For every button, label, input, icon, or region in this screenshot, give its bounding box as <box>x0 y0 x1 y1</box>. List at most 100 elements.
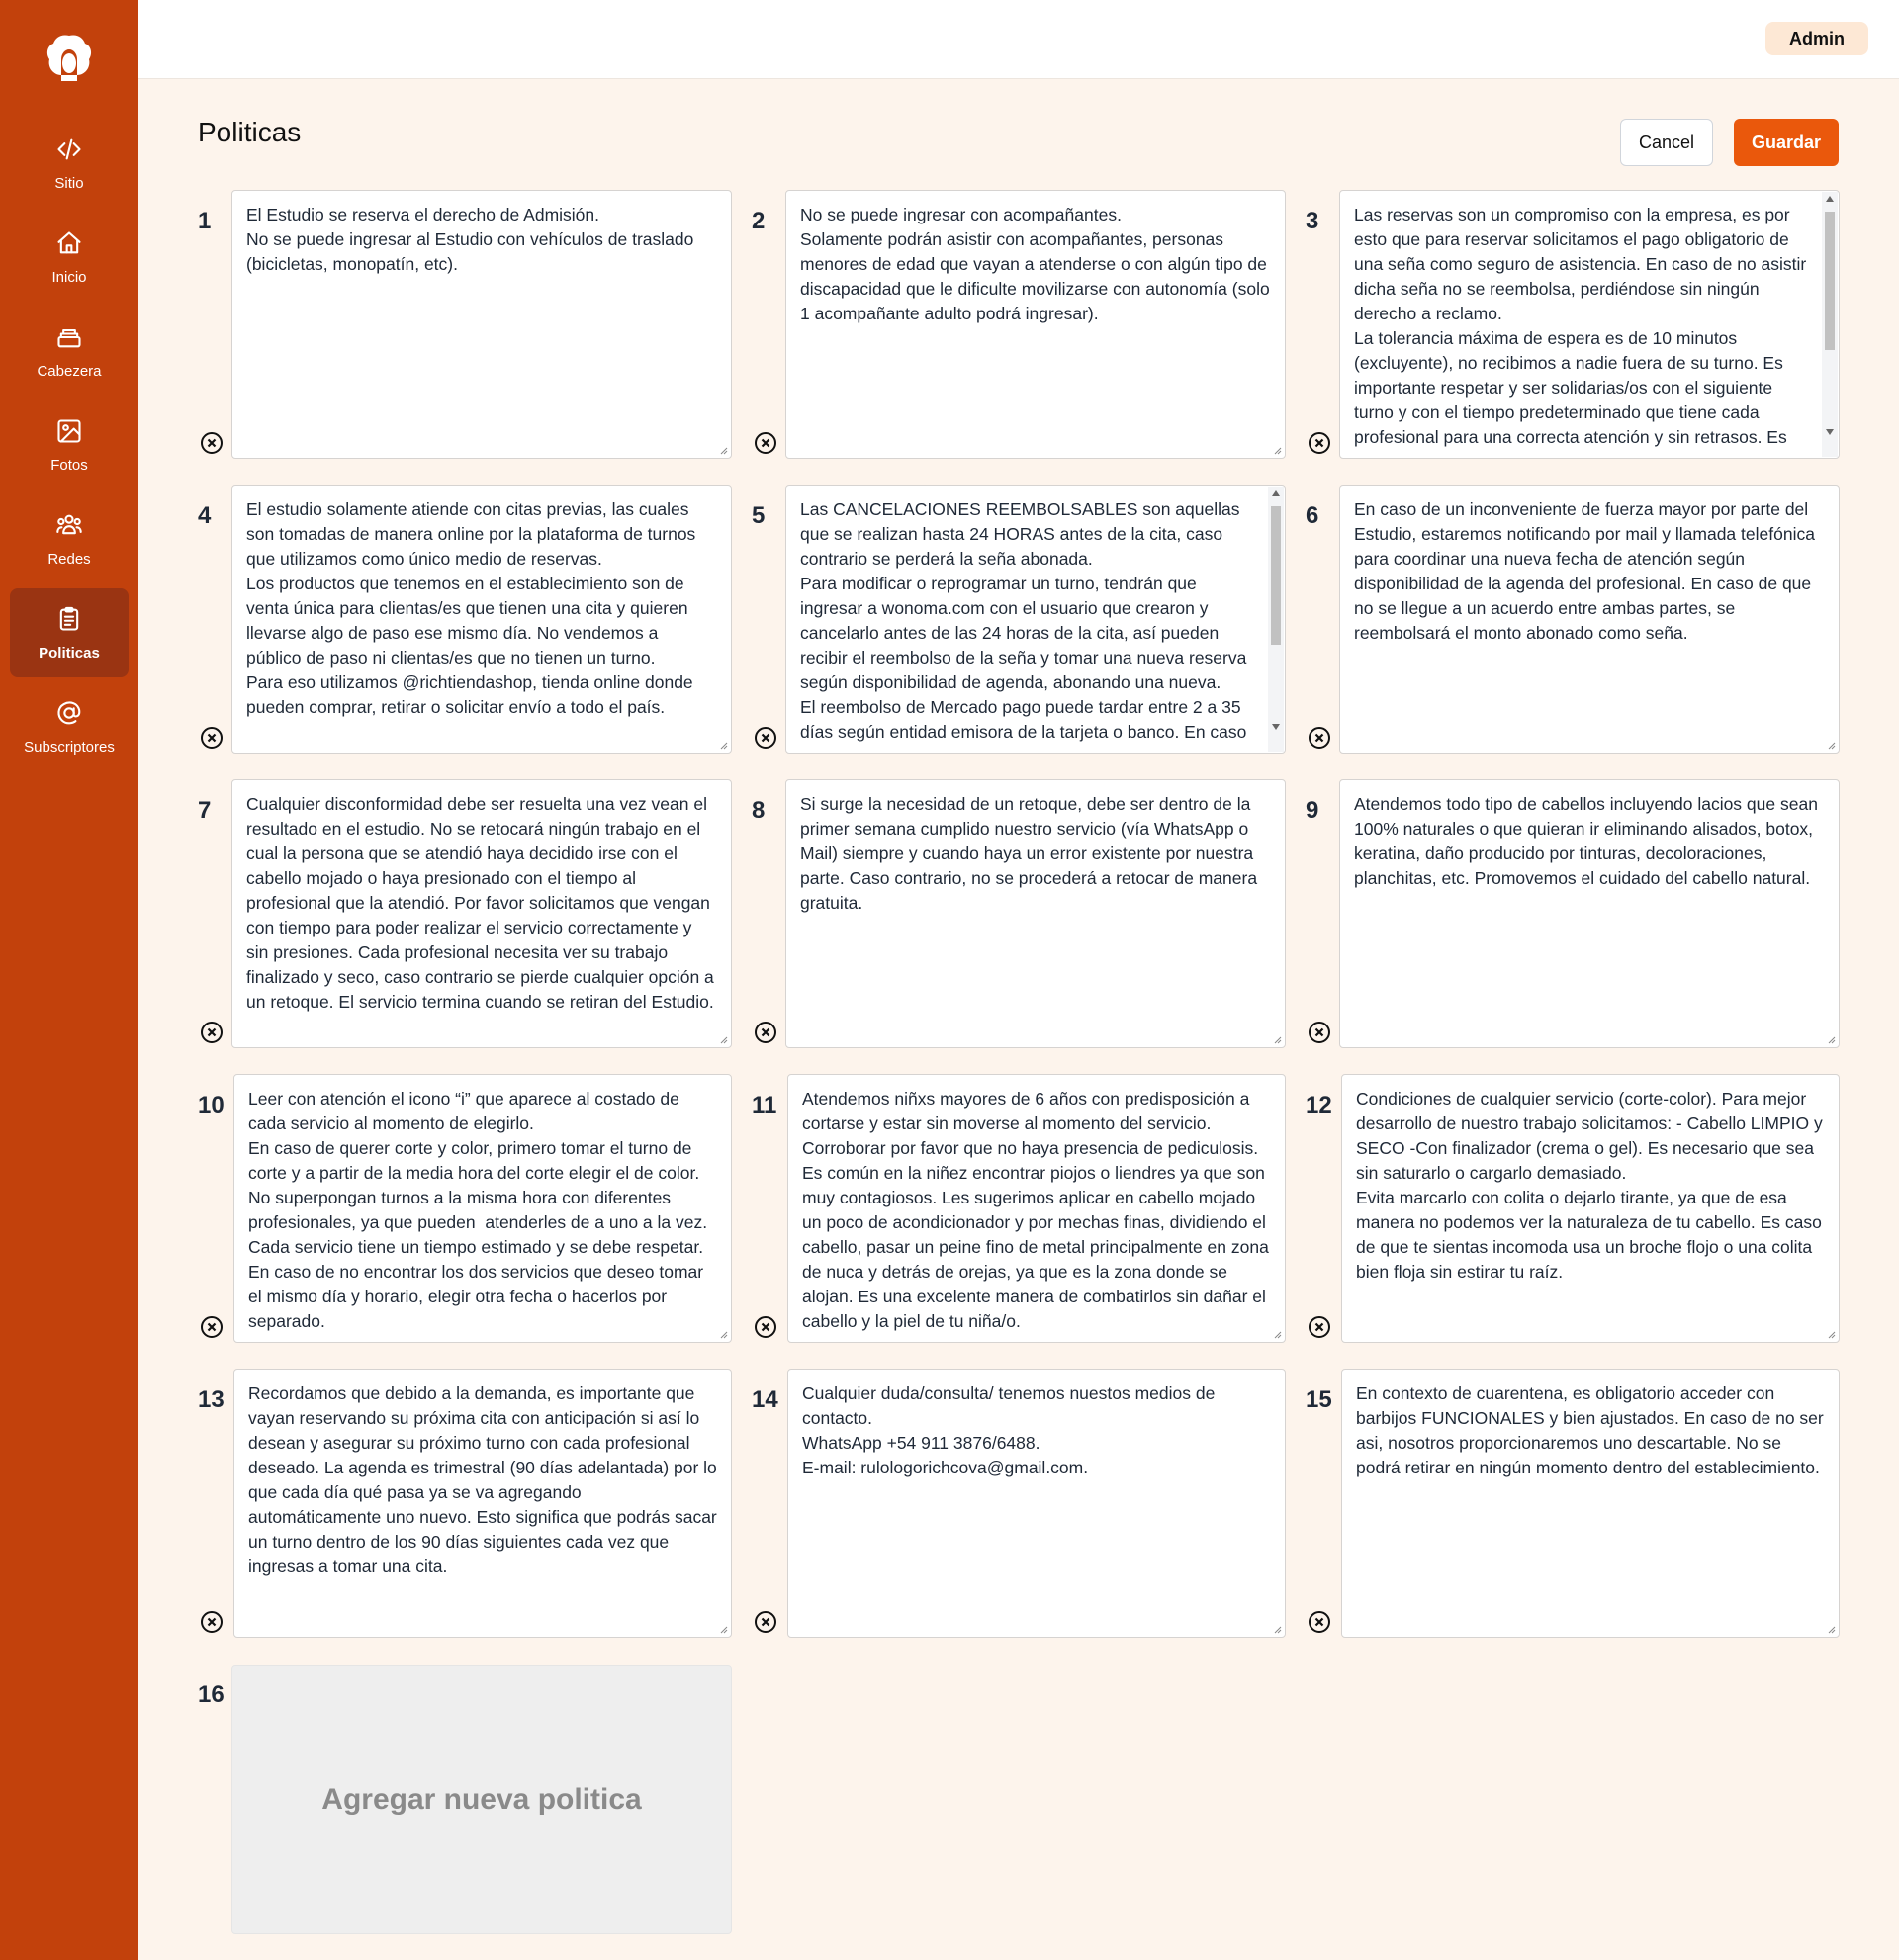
policy-number: 9 <box>1306 797 1319 824</box>
sidebar-item-politicas[interactable]: Politicas <box>10 588 129 677</box>
home-icon <box>57 230 81 253</box>
resize-handle-icon[interactable] <box>1272 1034 1282 1044</box>
top-bar: Admin <box>138 0 1899 79</box>
policy-number: 7 <box>198 797 212 824</box>
resize-handle-icon[interactable] <box>718 1329 728 1339</box>
resize-handle-icon[interactable] <box>1826 1034 1836 1044</box>
remove-circle-icon[interactable] <box>1308 726 1331 750</box>
sidebar: Sitio Inicio Cabezera Fotos Redes Politi… <box>0 0 138 1960</box>
policy-number: 10 <box>198 1092 225 1118</box>
remove-circle-icon[interactable] <box>754 1021 777 1044</box>
policy-item: 4 El estudio solamente atiende con citas… <box>198 485 732 754</box>
resize-handle-icon[interactable] <box>1826 1329 1836 1339</box>
scroll-thumb[interactable] <box>1271 506 1281 645</box>
policy-textarea[interactable]: Condiciones de cualquier servicio (corte… <box>1341 1074 1840 1343</box>
policy-textarea[interactable]: Las reservas son un compromiso con la em… <box>1339 190 1840 459</box>
remove-circle-icon[interactable] <box>200 726 224 750</box>
policy-textarea[interactable]: Leer con atención el icono “i” que apare… <box>233 1074 732 1343</box>
policy-textarea[interactable]: Atendemos todo tipo de cabellos incluyen… <box>1339 779 1840 1048</box>
add-policy-button[interactable]: Agregar nueva politica <box>231 1665 732 1934</box>
policy-item: 11 Atendemos niñxs mayores de 6 años con… <box>752 1074 1286 1343</box>
policy-number: 2 <box>752 208 766 234</box>
scroll-down-arrow-icon[interactable] <box>1272 724 1280 730</box>
remove-circle-icon[interactable] <box>754 431 777 455</box>
policy-textarea[interactable]: En caso de un inconveniente de fuerza ma… <box>1339 485 1840 754</box>
sidebar-item-label: Politicas <box>39 644 100 662</box>
policy-textarea[interactable]: Cualquier duda/consulta/ tenemos nuestos… <box>787 1369 1286 1638</box>
remove-circle-icon[interactable] <box>1308 1315 1331 1339</box>
resize-handle-icon[interactable] <box>718 445 728 455</box>
policy-item: 7 Cualquier disconformidad debe ser resu… <box>198 779 732 1048</box>
at-icon <box>57 701 81 724</box>
policy-textarea[interactable]: Recordamos que debido a la demanda, es i… <box>233 1369 732 1638</box>
policy-number: 4 <box>198 502 212 529</box>
sidebar-item-subscriptores[interactable]: Subscriptores <box>10 682 129 771</box>
policy-item: 9 Atendemos todo tipo de cabellos incluy… <box>1306 779 1840 1048</box>
scroll-down-arrow-icon[interactable] <box>1826 429 1834 435</box>
resize-handle-icon[interactable] <box>1272 1329 1282 1339</box>
logo-icon[interactable] <box>40 30 99 89</box>
scroll-up-arrow-icon[interactable] <box>1826 196 1834 202</box>
scroll-thumb[interactable] <box>1825 212 1835 350</box>
code-icon <box>57 138 81 159</box>
cancel-button[interactable]: Cancel <box>1620 119 1713 166</box>
admin-menu-button[interactable]: Admin <box>1765 22 1868 55</box>
remove-circle-icon[interactable] <box>200 1021 224 1044</box>
sidebar-item-label: Inicio <box>51 268 87 286</box>
textarea-scrollbar[interactable] <box>1822 192 1838 457</box>
policy-number: 11 <box>752 1092 777 1118</box>
clipboard-icon <box>59 606 79 631</box>
resize-handle-icon[interactable] <box>1826 1624 1836 1634</box>
policy-textarea[interactable]: Si surge la necesidad de un retoque, deb… <box>785 779 1286 1048</box>
policy-textarea[interactable]: Las CANCELACIONES REEMBOLSABLES son aque… <box>785 485 1286 754</box>
remove-circle-icon[interactable] <box>754 1610 777 1634</box>
sidebar-item-cabezera[interactable]: Cabezera <box>10 307 129 396</box>
remove-circle-icon[interactable] <box>1308 1021 1331 1044</box>
resize-handle-icon[interactable] <box>1272 445 1282 455</box>
policy-number: 1 <box>198 208 212 234</box>
sidebar-item-label: Subscriptores <box>24 738 115 756</box>
policy-item: 12 Condiciones de cualquier servicio (co… <box>1306 1074 1840 1343</box>
sidebar-item-label: Sitio <box>54 174 84 192</box>
resize-handle-icon[interactable] <box>1826 740 1836 750</box>
save-button[interactable]: Guardar <box>1734 119 1839 166</box>
page-title: Politicas <box>198 117 302 147</box>
policy-item: 15 En contexto de cuarentena, es obligat… <box>1306 1369 1840 1638</box>
sidebar-item-inicio[interactable]: Inicio <box>10 213 129 302</box>
remove-circle-icon[interactable] <box>1308 431 1331 455</box>
sidebar-item-redes[interactable]: Redes <box>10 494 129 583</box>
remove-circle-icon[interactable] <box>200 431 224 455</box>
policy-textarea[interactable]: En contexto de cuarentena, es obligatori… <box>1341 1369 1840 1638</box>
policy-item: 13 Recordamos que debido a la demanda, e… <box>198 1369 732 1638</box>
remove-circle-icon[interactable] <box>1308 1610 1331 1634</box>
policy-item: 14 Cualquier duda/consulta/ tenemos nues… <box>752 1369 1286 1638</box>
policy-item: 1 El Estudio se reserva el derecho de Ad… <box>198 190 732 459</box>
resize-handle-icon[interactable] <box>718 740 728 750</box>
policy-textarea[interactable]: No se puede ingresar con acompañantes. S… <box>785 190 1286 459</box>
remove-circle-icon[interactable] <box>754 726 777 750</box>
scroll-up-arrow-icon[interactable] <box>1272 490 1280 496</box>
sidebar-item-sitio[interactable]: Sitio <box>10 119 129 208</box>
remove-circle-icon[interactable] <box>200 1610 224 1634</box>
policy-textarea[interactable]: El estudio solamente atiende con citas p… <box>231 485 732 754</box>
policy-textarea[interactable]: Atendemos niñxs mayores de 6 años con pr… <box>787 1074 1286 1343</box>
policy-number: 13 <box>198 1386 225 1413</box>
remove-circle-icon[interactable] <box>200 1315 224 1339</box>
remove-circle-icon[interactable] <box>754 1315 777 1339</box>
policy-textarea[interactable]: El Estudio se reserva el derecho de Admi… <box>231 190 732 459</box>
users-icon <box>56 514 82 534</box>
sidebar-item-label: Fotos <box>50 456 88 474</box>
sidebar-item-fotos[interactable]: Fotos <box>10 401 129 490</box>
textarea-scrollbar[interactable] <box>1268 487 1284 752</box>
resize-handle-icon[interactable] <box>1272 1624 1282 1634</box>
resize-handle-icon[interactable] <box>718 1624 728 1634</box>
policy-number: 15 <box>1306 1386 1332 1413</box>
resize-handle-icon[interactable] <box>718 1034 728 1044</box>
policy-textarea[interactable]: Cualquier disconformidad debe ser resuel… <box>231 779 732 1048</box>
sidebar-item-label: Redes <box>47 550 91 568</box>
policy-number: 5 <box>752 502 766 529</box>
stack-icon <box>57 328 81 347</box>
policy-number: 8 <box>752 797 766 824</box>
policy-number: 6 <box>1306 502 1319 529</box>
policy-number: 3 <box>1306 208 1319 234</box>
